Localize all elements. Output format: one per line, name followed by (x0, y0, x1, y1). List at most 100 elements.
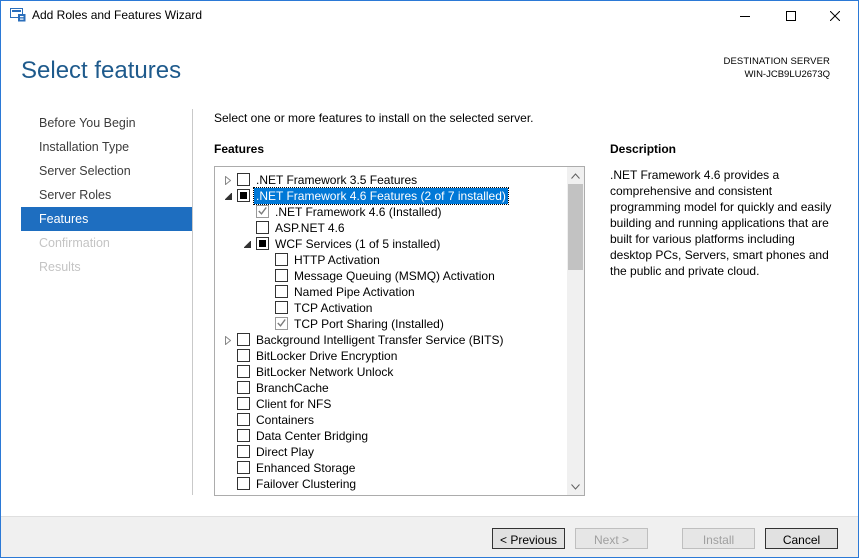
nav-step-server-roles[interactable]: Server Roles (21, 183, 193, 207)
feature-label[interactable]: Enhanced Storage (254, 460, 357, 476)
feature-row[interactable]: WCF Services (1 of 5 installed) (215, 236, 567, 252)
collapse-arrow-icon[interactable] (223, 191, 233, 201)
feature-row[interactable]: .NET Framework 3.5 Features (215, 172, 567, 188)
minimize-button[interactable] (722, 1, 768, 30)
feature-row[interactable]: BitLocker Network Unlock (215, 364, 567, 380)
feature-row[interactable]: Enhanced Storage (215, 460, 567, 476)
feature-row[interactable]: Message Queuing (MSMQ) Activation (215, 268, 567, 284)
feature-label[interactable]: BitLocker Network Unlock (254, 364, 395, 380)
feature-row[interactable]: TCP Activation (215, 300, 567, 316)
feature-checkbox-partial[interactable] (237, 189, 250, 202)
feature-checkbox[interactable] (237, 381, 250, 394)
checkmark-icon (258, 207, 267, 215)
feature-checkbox-checked (275, 317, 288, 330)
feature-row[interactable]: BitLocker Drive Encryption (215, 348, 567, 364)
feature-row[interactable]: TCP Port Sharing (Installed) (215, 316, 567, 332)
feature-label[interactable]: TCP Activation (292, 300, 374, 316)
checkmark-icon (277, 319, 286, 327)
wizard-footer: < Previous Next > Install Cancel (1, 516, 858, 557)
feature-checkbox[interactable] (237, 429, 250, 442)
feature-label[interactable]: Data Center Bridging (254, 428, 370, 444)
nav-divider (192, 109, 193, 495)
feature-label[interactable]: WCF Services (1 of 5 installed) (273, 236, 442, 252)
scroll-up-button[interactable] (567, 167, 584, 184)
feature-row[interactable]: .NET Framework 4.6 (Installed) (215, 204, 567, 220)
expand-arrow-icon[interactable] (223, 175, 233, 185)
feature-checkbox-partial[interactable] (256, 237, 269, 250)
feature-label[interactable]: .NET Framework 4.6 (Installed) (273, 204, 444, 220)
features-tree[interactable]: .NET Framework 3.5 Features .NET Framewor… (214, 166, 585, 496)
feature-label[interactable]: Client for NFS (254, 396, 333, 412)
feature-label[interactable]: Failover Clustering (254, 476, 358, 492)
feature-label[interactable]: Background Intelligent Transfer Service … (254, 332, 505, 348)
feature-label[interactable]: Direct Play (254, 444, 316, 460)
feature-checkbox[interactable] (237, 397, 250, 410)
server-manager-icon (10, 8, 26, 22)
feature-row[interactable]: HTTP Activation (215, 252, 567, 268)
feature-label[interactable]: ASP.NET 4.6 (273, 220, 347, 236)
feature-label[interactable]: .NET Framework 4.6 Features (2 of 7 inst… (253, 187, 509, 205)
next-button[interactable]: Next > (575, 528, 648, 549)
previous-button[interactable]: < Previous (492, 528, 565, 549)
feature-checkbox[interactable] (275, 269, 288, 282)
nav-step-results: Results (39, 260, 81, 274)
nav-step-installation-type[interactable]: Installation Type (21, 135, 193, 159)
features-scrollbar[interactable] (567, 167, 584, 495)
feature-label[interactable]: TCP Port Sharing (Installed) (292, 316, 446, 332)
minimize-icon (740, 15, 750, 17)
feature-label[interactable]: Named Pipe Activation (292, 284, 417, 300)
feature-row[interactable]: Data Center Bridging (215, 428, 567, 444)
feature-label[interactable]: .NET Framework 3.5 Features (254, 172, 419, 188)
install-button[interactable]: Install (682, 528, 755, 549)
feature-row[interactable]: ASP.NET 4.6 (215, 220, 567, 236)
page-title: Select features (21, 57, 182, 84)
nav-step-before-you-begin[interactable]: Before You Begin (21, 111, 193, 135)
features-heading: Features (214, 142, 265, 156)
destination-server-label: DESTINATION SERVER (723, 56, 830, 67)
feature-checkbox[interactable] (256, 221, 269, 234)
feature-label[interactable]: Containers (254, 412, 316, 428)
feature-checkbox[interactable] (237, 333, 250, 346)
cancel-button[interactable]: Cancel (765, 528, 838, 549)
collapse-arrow-icon[interactable] (242, 239, 252, 249)
feature-checkbox[interactable] (237, 477, 250, 490)
feature-checkbox[interactable] (237, 461, 250, 474)
feature-row[interactable]: .NET Framework 4.6 Features (2 of 7 inst… (215, 187, 567, 205)
feature-row[interactable]: Background Intelligent Transfer Service … (215, 332, 567, 348)
feature-row[interactable]: Named Pipe Activation (215, 284, 567, 300)
feature-checkbox[interactable] (237, 445, 250, 458)
feature-row[interactable]: Failover Clustering (215, 476, 567, 492)
wizard-steps-nav: Before You Begin Installation Type Server … (21, 111, 193, 279)
expand-arrow-icon[interactable] (223, 335, 233, 345)
feature-row[interactable]: Containers (215, 412, 567, 428)
close-button[interactable] (812, 1, 858, 30)
description-text: .NET Framework 4.6 provides a comprehens… (610, 168, 832, 278)
close-icon (830, 10, 840, 21)
nav-step-server-selection[interactable]: Server Selection (21, 159, 193, 183)
destination-server-name: WIN-JCB9LU2673Q (744, 69, 830, 80)
nav-step-confirmation: Confirmation (39, 236, 110, 250)
wizard-header: Select features DESTINATION SERVER WIN-J… (1, 30, 858, 100)
feature-checkbox[interactable] (275, 253, 288, 266)
title-bar[interactable]: Add Roles and Features Wizard (1, 1, 858, 30)
scroll-down-button[interactable] (567, 478, 584, 495)
wizard-window: Add Roles and Features Wizard Select fea… (0, 0, 859, 558)
nav-step-features[interactable]: Features (21, 207, 192, 231)
feature-label[interactable]: HTTP Activation (292, 252, 382, 268)
feature-checkbox[interactable] (237, 365, 250, 378)
feature-checkbox[interactable] (275, 285, 288, 298)
instruction-text: Select one or more features to install o… (214, 111, 534, 125)
feature-label[interactable]: Message Queuing (MSMQ) Activation (292, 268, 497, 284)
maximize-button[interactable] (768, 1, 814, 30)
scroll-thumb[interactable] (568, 184, 583, 270)
feature-label[interactable]: BranchCache (254, 380, 331, 396)
feature-checkbox[interactable] (237, 349, 250, 362)
feature-checkbox[interactable] (237, 413, 250, 426)
feature-row[interactable]: BranchCache (215, 380, 567, 396)
feature-row[interactable]: Direct Play (215, 444, 567, 460)
feature-checkbox[interactable] (275, 301, 288, 314)
feature-checkbox[interactable] (237, 173, 250, 186)
maximize-icon (786, 10, 796, 21)
feature-row[interactable]: Client for NFS (215, 396, 567, 412)
feature-label[interactable]: BitLocker Drive Encryption (254, 348, 399, 364)
